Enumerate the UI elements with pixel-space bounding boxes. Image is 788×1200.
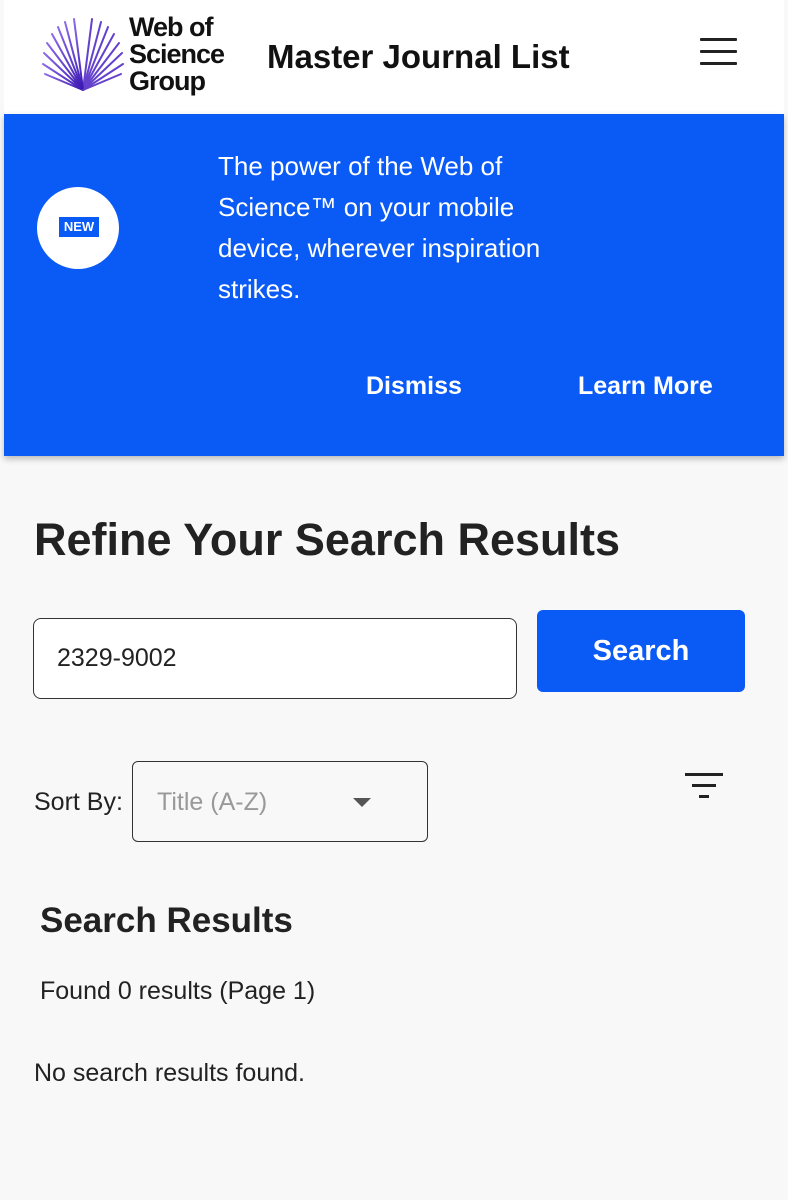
results-count: Found 0 results (Page 1) (40, 977, 316, 1005)
search-input[interactable] (33, 618, 517, 699)
filter-line (685, 773, 723, 776)
page-title: Master Journal List (267, 38, 570, 75)
menu-line (700, 50, 737, 53)
learn-more-button[interactable]: Learn More (578, 366, 713, 406)
filter-icon[interactable] (682, 770, 728, 806)
web-of-science-logo-icon (42, 17, 124, 91)
new-badge-icon: NEW (37, 187, 119, 269)
menu-line (700, 38, 737, 41)
sort-label: Sort By: (34, 788, 123, 816)
logo-wordmark: Web of Science Group (129, 12, 225, 96)
no-results-message: No search results found. (34, 1059, 305, 1087)
top-header: Web of Science Group Master Journal List (4, 0, 784, 114)
promo-banner: NEW The power of the Web of Science™ on … (4, 114, 784, 456)
search-button[interactable]: Search (537, 610, 745, 692)
filter-line (692, 784, 716, 787)
dismiss-button[interactable]: Dismiss (366, 366, 462, 406)
refine-heading: Refine Your Search Results (34, 514, 621, 565)
filter-line (699, 795, 709, 798)
hamburger-menu-icon[interactable] (696, 36, 740, 70)
menu-line (700, 62, 737, 65)
banner-message: The power of the Web of Science™ on your… (218, 151, 541, 304)
page: Web of Science Group Master Journal List… (0, 0, 788, 1200)
results-heading: Search Results (40, 901, 293, 940)
sort-select[interactable]: Title (A-Z) (132, 761, 428, 842)
chevron-down-icon (353, 798, 371, 807)
new-badge-label: NEW (59, 217, 99, 237)
sort-selected-value: Title (A-Z) (157, 788, 268, 816)
